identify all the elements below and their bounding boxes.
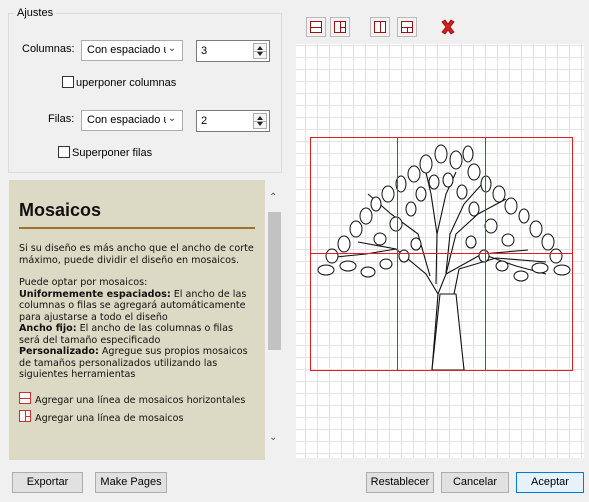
help-custom: Personalizado: Agregue sus propios mosai… (19, 346, 248, 380)
add-horizontal-segment-icon (334, 21, 346, 33)
chevron-down-icon: ⌄ (166, 113, 178, 127)
spin-down-icon (257, 122, 263, 126)
help-scrollbar[interactable]: ⌃ ⌄ (265, 180, 282, 460)
scroll-down-icon[interactable]: ⌄ (269, 432, 277, 443)
horizontal-segment-icon (19, 410, 31, 422)
design-canvas[interactable] (296, 44, 584, 458)
columns-mode-value: Con espaciado ur (87, 44, 174, 56)
rows-mode-select[interactable]: Con espaciado ur ⌄ (81, 110, 183, 131)
help-uniform: Uniformemente espaciados: El ancho de la… (19, 288, 247, 323)
spin-up-icon (257, 116, 263, 120)
help-intro: Si su diseño es más ancho que el ancho d… (19, 243, 254, 266)
add-horizontal-segment-button[interactable] (330, 17, 350, 37)
help-tool-segment: Agregar una línea de mosaicos (19, 410, 255, 425)
help-fixed: Ancho fijo: El ancho de las columnas o f… (19, 323, 233, 346)
delete-button[interactable] (438, 17, 458, 37)
spin-down-icon (257, 52, 263, 56)
cancel-button[interactable]: Cancelar (441, 472, 509, 493)
reset-button[interactable]: Restablecer (366, 472, 434, 493)
help-panel: Mosaicos Si su diseño es más ancho que e… (9, 180, 265, 460)
delete-icon (441, 19, 455, 35)
overlap-rows-check[interactable] (58, 146, 70, 158)
overlap-columns-label: uperponer columnas (76, 77, 177, 89)
help-tool-horizontal: Agregar una línea de mosaicos horizontal… (19, 391, 255, 407)
help-options-intro: Puede optar por mosaicos: (19, 277, 148, 288)
export-button[interactable]: Exportar (12, 472, 83, 493)
overlap-rows-checkbox[interactable]: Superponer filas (58, 146, 152, 159)
rows-spin-buttons[interactable] (253, 113, 267, 129)
scroll-up-icon[interactable]: ⌃ (269, 192, 277, 203)
rows-count-stepper[interactable]: 2 (196, 110, 270, 132)
make-pages-button[interactable]: Make Pages (95, 472, 167, 493)
columns-count-value: 3 (201, 45, 208, 57)
scroll-thumb[interactable] (268, 212, 281, 350)
add-horizontal-line-button[interactable] (306, 17, 326, 37)
overlap-columns-checkbox[interactable]: uperponer columnas (62, 76, 176, 89)
settings-group-title: Ajustes (14, 7, 57, 19)
chevron-down-icon: ⌄ (166, 43, 178, 57)
add-vertical-segment-icon (401, 21, 413, 33)
horizontal-line-icon (19, 391, 31, 404)
overlap-columns-check[interactable] (62, 76, 74, 88)
columns-spin-buttons[interactable] (253, 43, 267, 59)
help-title: Mosaicos (19, 200, 255, 229)
rows-mode-value: Con espaciado ur (87, 114, 174, 126)
rows-label: Filas: (48, 113, 75, 125)
columns-count-stepper[interactable]: 3 (196, 40, 270, 62)
overlap-rows-label: Superponer filas (72, 147, 153, 159)
columns-label: Columnas: (22, 43, 75, 55)
columns-mode-select[interactable]: Con espaciado ur ⌄ (81, 40, 183, 61)
accept-button[interactable]: Aceptar (516, 472, 584, 493)
add-vertical-line-icon (374, 21, 386, 33)
add-vertical-line-button[interactable] (370, 17, 390, 37)
tile-preview (310, 137, 573, 371)
spin-up-icon (257, 46, 263, 50)
add-vertical-segment-button[interactable] (397, 17, 417, 37)
add-horizontal-line-icon (310, 21, 322, 33)
rows-count-value: 2 (201, 115, 208, 127)
